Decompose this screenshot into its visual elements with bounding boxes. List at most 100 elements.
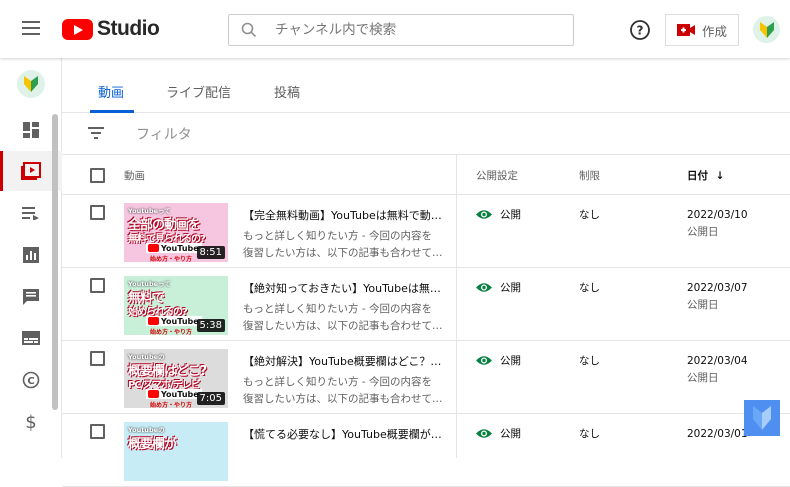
sidebar-scrollbar[interactable] <box>52 114 58 410</box>
video-camera-icon <box>676 24 695 36</box>
video-thumbnail[interactable]: Youtubeの 概要欄はどこ? PC/スマホ/テレビ YouTube 始め方・… <box>124 349 228 408</box>
visibility-dropdown[interactable]: 公開 <box>476 207 521 222</box>
video-thumbnail[interactable]: Youtubeって 無料で 始められるの? YouTube 始め方・やり方 5:… <box>124 276 228 335</box>
create-label: 作成 <box>701 23 727 39</box>
search-box[interactable] <box>228 14 574 46</box>
video-description: もっと詳しく知りたい方 - 今回の内容を 復習したい方は、以下の記事も合わせて… <box>243 228 443 262</box>
description-line-1: もっと詳しく知りたい方 - 今回の内容を <box>243 303 432 315</box>
filter-bar: フィルタ <box>62 113 790 155</box>
svg-text:$: $ <box>25 412 36 432</box>
thumbnail-badge-text: YouTube <box>161 243 199 253</box>
help-icon[interactable]: ? <box>629 19 651 41</box>
publish-date-label: 公開日 <box>687 299 719 311</box>
thumbnail-youtube-badge: YouTube <box>146 389 202 399</box>
visibility-label: 公開 <box>500 282 521 294</box>
table-row[interactable]: Youtubeの 概要欄が 【慌てる必要なし】YouTube概要欄が… 公開 な… <box>62 414 790 487</box>
dashboard-icon <box>23 122 39 138</box>
sort-arrow-down-icon: ↓ <box>715 170 725 182</box>
row-checkbox[interactable] <box>90 278 105 293</box>
visibility-dropdown[interactable]: 公開 <box>476 426 521 441</box>
column-header-video: 動画 <box>124 170 145 182</box>
search-icon[interactable] <box>229 15 269 45</box>
comments-icon <box>23 289 39 305</box>
thumbnail-youtube-badge: YouTube <box>146 316 202 326</box>
create-button[interactable]: 作成 <box>665 14 739 46</box>
eye-icon <box>476 210 492 219</box>
publish-date: 2022/03/07 <box>687 282 748 294</box>
thumbnail-subtitle: 始め方・やり方 <box>150 256 193 262</box>
video-thumbnail[interactable]: Youtubeって 全部の動画を 無料で見られるの? YouTube 始め方・や… <box>124 203 228 262</box>
subtitles-icon <box>22 331 40 345</box>
date-cell: 2022/03/01 <box>687 426 748 443</box>
publish-date: 2022/03/10 <box>687 209 748 221</box>
video-description: もっと詳しく知りたい方 - 今回の内容を 復習したい方は、以下の記事も合わせて… <box>243 301 443 335</box>
video-duration: 8:51 <box>196 246 225 259</box>
publish-date: 2022/03/01 <box>687 428 748 440</box>
youtube-logo-icon <box>62 18 93 40</box>
video-title[interactable]: 【絶対知っておきたい】YouTubeは無… <box>243 280 443 296</box>
description-line-2: 復習したい方は、以下の記事も合わせて… <box>243 247 443 259</box>
video-thumbnail[interactable]: Youtubeの 概要欄が <box>124 422 228 481</box>
date-header-label: 日付 <box>687 170 708 182</box>
analytics-icon <box>23 247 39 263</box>
channel-avatar[interactable] <box>17 70 45 98</box>
table-row[interactable]: Youtubeって 無料で 始められるの? YouTube 始め方・やり方 5:… <box>62 268 790 341</box>
description-line-2: 復習したい方は、以下の記事も合わせて… <box>243 393 443 405</box>
tab-posts[interactable]: 投稿 <box>274 82 300 101</box>
thumbnail-youtube-badge: YouTube <box>146 243 202 253</box>
video-title[interactable]: 【絶対解決】YouTube概要欄はどこ？… <box>243 353 443 369</box>
visibility-label: 公開 <box>500 209 521 221</box>
tab-videos[interactable]: 動画 <box>98 82 124 101</box>
video-duration: 7:05 <box>196 392 225 405</box>
description-line-1: もっと詳しく知りたい方 - 今回の内容を <box>243 230 432 242</box>
youtube-logo-icon <box>148 390 159 398</box>
thumbnail-badge-text: YouTube <box>161 316 199 326</box>
date-cell: 2022/03/07 公開日 <box>687 280 748 314</box>
video-title[interactable]: 【慌てる必要なし】YouTube概要欄が… <box>243 426 443 442</box>
monetization-icon: $ <box>25 412 36 432</box>
restriction-value: なし <box>579 282 600 294</box>
visibility-dropdown[interactable]: 公開 <box>476 353 521 368</box>
svg-text:C: C <box>27 376 34 387</box>
video-title[interactable]: 【完全無料動画】YouTubeは無料で動… <box>243 207 443 223</box>
thumbnail-headline: 概要欄が <box>128 437 177 452</box>
content-tabs: 動画 ライブ配信 投稿 <box>62 58 790 113</box>
svg-text:?: ? <box>637 24 644 38</box>
date-cell: 2022/03/10 公開日 <box>687 207 748 241</box>
select-all-checkbox[interactable] <box>90 168 105 183</box>
filter-icon[interactable] <box>88 127 104 139</box>
description-line-2: 復習したい方は、以下の記事も合わせて… <box>243 320 443 332</box>
publish-date-label: 公開日 <box>687 372 719 384</box>
search-input[interactable] <box>275 22 565 38</box>
visibility-dropdown[interactable]: 公開 <box>476 280 521 295</box>
tab-live[interactable]: ライブ配信 <box>166 82 231 101</box>
hamburger-menu-icon[interactable] <box>22 21 40 35</box>
publish-date-label: 公開日 <box>687 226 719 238</box>
row-checkbox[interactable] <box>90 351 105 366</box>
table-row[interactable]: Youtubeの 概要欄はどこ? PC/スマホ/テレビ YouTube 始め方・… <box>62 341 790 414</box>
studio-logo[interactable]: Studio <box>62 17 160 41</box>
row-checkbox[interactable] <box>90 205 105 220</box>
column-header-restrictions[interactable]: 制限 <box>579 168 600 183</box>
publish-date: 2022/03/04 <box>687 355 748 367</box>
restriction-value: なし <box>579 428 600 440</box>
table-header: 動画 公開設定 制限 日付 ↓ <box>62 155 790 195</box>
video-description: もっと詳しく知りたい方 - 今回の内容を 復習したい方は、以下の記事も合わせて… <box>243 374 443 408</box>
content-icon <box>21 162 41 180</box>
logo-text: Studio <box>97 17 160 40</box>
column-header-visibility[interactable]: 公開設定 <box>476 168 518 183</box>
youtube-logo-icon <box>148 244 159 252</box>
filter-input[interactable]: フィルタ <box>136 124 192 144</box>
sidebar: C $ <box>0 58 62 458</box>
account-avatar[interactable] <box>753 16 780 43</box>
row-checkbox[interactable] <box>90 424 105 439</box>
thumbnail-subtitle: 始め方・やり方 <box>150 402 193 408</box>
youtube-logo-icon <box>148 317 159 325</box>
beginner-mark-watermark <box>744 400 780 436</box>
date-cell: 2022/03/04 公開日 <box>687 353 748 387</box>
table-row[interactable]: Youtubeって 全部の動画を 無料で見られるの? YouTube 始め方・や… <box>62 195 790 268</box>
restriction-value: なし <box>579 355 600 367</box>
playlists-icon <box>22 207 39 220</box>
column-header-date[interactable]: 日付 ↓ <box>687 168 724 183</box>
visibility-label: 公開 <box>500 355 521 367</box>
